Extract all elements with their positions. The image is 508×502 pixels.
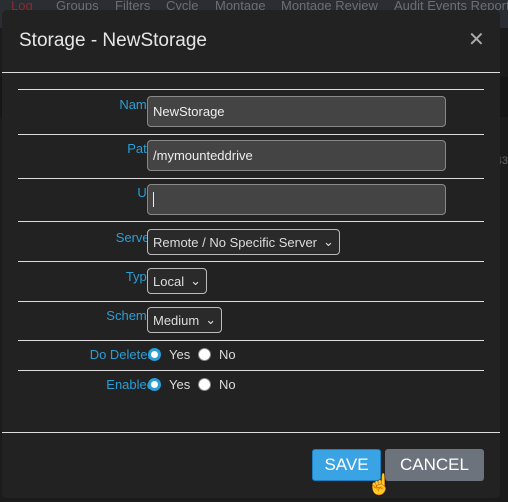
enabled-no-radio[interactable] <box>198 378 211 391</box>
path-input[interactable]: /mymounteddrive <box>147 140 446 171</box>
name-input[interactable]: NewStorage <box>147 96 446 127</box>
divider <box>18 134 484 135</box>
enabled-label: Enabled <box>106 377 154 392</box>
do-deletes-yes-radio[interactable] <box>148 348 161 361</box>
divider <box>18 178 484 179</box>
text-cursor <box>153 192 154 207</box>
do-deletes-no-label: No <box>219 347 236 362</box>
server-select[interactable]: Remote / No Specific Server ⌄ <box>147 229 340 255</box>
url-input[interactable] <box>147 184 446 215</box>
divider <box>18 89 484 90</box>
cancel-button[interactable]: CANCEL <box>385 449 484 481</box>
chevron-down-icon: ⌄ <box>205 312 217 327</box>
storage-modal: Storage - NewStorage ✕ Name NewStorage P… <box>2 10 500 498</box>
divider <box>18 221 484 222</box>
divider <box>18 301 484 302</box>
divider <box>18 340 484 341</box>
do-deletes-label: Do Deletes <box>89 347 154 362</box>
chevron-down-icon: ⌄ <box>323 234 334 249</box>
close-icon[interactable]: ✕ <box>468 27 485 52</box>
enabled-yes-label: Yes <box>169 377 191 392</box>
chevron-down-icon: ⌄ <box>190 273 201 288</box>
do-deletes-yes-label: Yes <box>169 347 191 362</box>
divider <box>2 432 500 433</box>
hand-cursor-icon: ☝ <box>367 474 392 496</box>
do-deletes-no-radio[interactable] <box>198 348 211 361</box>
divider <box>18 370 484 371</box>
scheme-value: Medium <box>153 312 200 328</box>
divider <box>2 72 500 73</box>
modal-title: Storage - NewStorage <box>19 30 207 51</box>
server-value: Remote / No Specific Server <box>153 234 318 250</box>
type-select[interactable]: Local ⌄ <box>147 268 207 294</box>
enabled-yes-radio[interactable] <box>148 378 161 391</box>
divider <box>18 261 484 262</box>
enabled-no-label: No <box>219 377 236 392</box>
type-value: Local <box>153 273 185 289</box>
scheme-select[interactable]: Medium ⌄ <box>147 307 223 333</box>
